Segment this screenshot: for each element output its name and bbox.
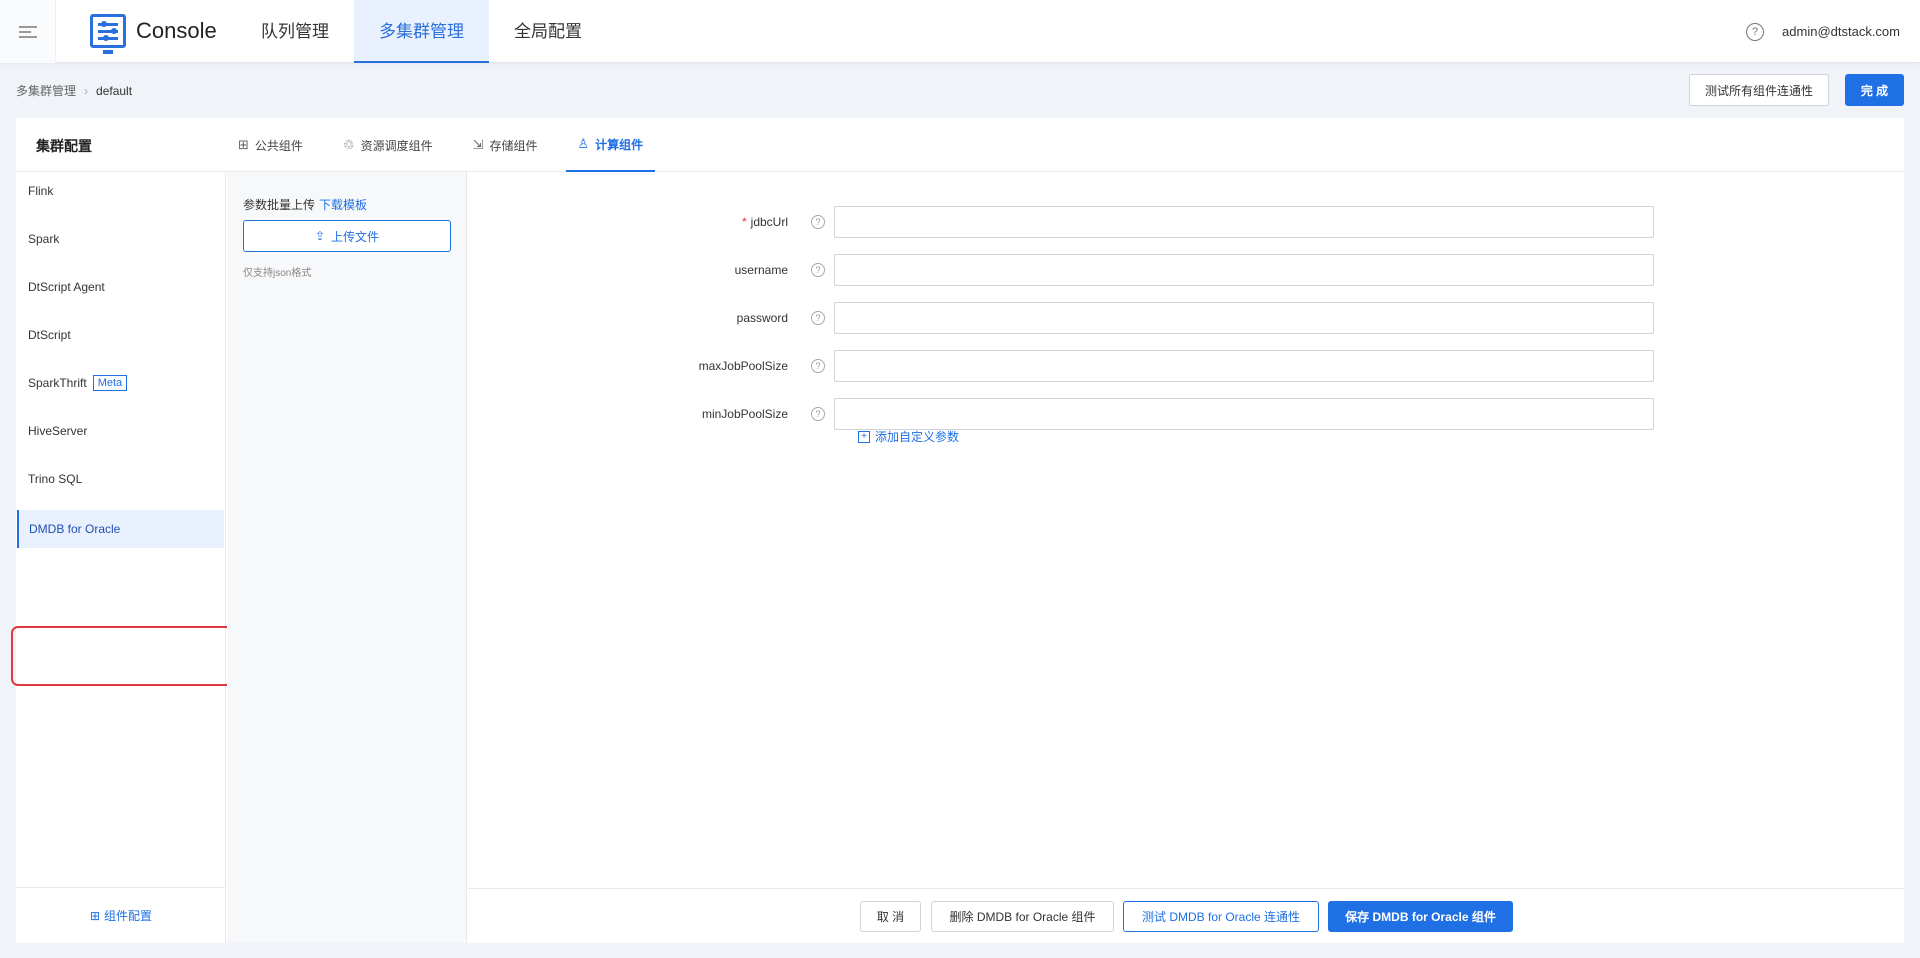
tab-common-components[interactable]: ⊞ 公共组件 bbox=[226, 118, 315, 172]
sidebar-item-label: DMDB for Oracle bbox=[29, 522, 121, 536]
field-label: username bbox=[735, 254, 788, 286]
sidebar-item-sparkthrift[interactable]: SparkThrift Meta bbox=[16, 364, 226, 402]
question-icon[interactable]: ? bbox=[811, 359, 825, 373]
sidebar-item-label: SparkThrift bbox=[28, 376, 87, 390]
sidebar-item-label: HiveServer bbox=[28, 424, 88, 438]
tab-label: 计算组件 bbox=[595, 137, 644, 152]
breadcrumb-current: default bbox=[96, 83, 133, 98]
download-template-link[interactable]: 下载模板 bbox=[319, 198, 367, 212]
tab-label: 公共组件 bbox=[254, 138, 303, 153]
upload-button-label: 上传文件 bbox=[331, 229, 380, 244]
card-header: 集群配置 ⊞ 公共组件 ♲ 资源调度组件 ⇲ 存储组件 ♙ 计算组件 bbox=[16, 118, 1904, 172]
minjobpoolsize-input[interactable] bbox=[834, 398, 1654, 430]
sidebar-item-flink[interactable]: Flink bbox=[16, 172, 226, 210]
tab-compute-components[interactable]: ♙ 计算组件 bbox=[565, 118, 656, 172]
nav-item-global-config[interactable]: 全局配置 bbox=[489, 0, 607, 63]
nav-item-multi-cluster[interactable]: 多集群管理 bbox=[354, 0, 489, 63]
save-component-button[interactable]: 保存 DMDB for Oracle 组件 bbox=[1328, 901, 1513, 932]
add-custom-param-button[interactable]: + 添加自定义参数 bbox=[858, 428, 959, 445]
form-row-minjobpoolsize: minJobPoolSize ? bbox=[468, 398, 1904, 430]
export-icon: ⇲ bbox=[472, 137, 484, 152]
field-label: maxJobPoolSize bbox=[699, 350, 788, 382]
upload-file-button[interactable]: ⇪ 上传文件 bbox=[243, 220, 451, 252]
field-label: password bbox=[737, 302, 788, 334]
add-param-label: 添加自定义参数 bbox=[875, 430, 960, 444]
cancel-button[interactable]: 取 消 bbox=[860, 901, 921, 932]
sidebar-item-label: Spark bbox=[28, 232, 60, 246]
sidebar-item-dtscript[interactable]: DtScript bbox=[16, 316, 226, 354]
sidebar-item-dtscript-agent[interactable]: DtScript Agent bbox=[16, 268, 226, 306]
test-all-connectivity-button[interactable]: 测试所有组件连通性 bbox=[1689, 74, 1829, 106]
form-row-jdbcurl: * jdbcUrl ? bbox=[468, 206, 1904, 238]
delete-component-button[interactable]: 删除 DMDB for Oracle 组件 bbox=[931, 901, 1114, 932]
meta-badge: Meta bbox=[92, 375, 128, 391]
form-row-password: password ? bbox=[468, 302, 1904, 334]
test-connectivity-button[interactable]: 测试 DMDB for Oracle 连通性 bbox=[1123, 901, 1319, 932]
plus-square-icon: + bbox=[858, 430, 870, 443]
sidebar-item-label: Flink bbox=[28, 184, 54, 198]
tab-storage-components[interactable]: ⇲ 存储组件 bbox=[461, 118, 550, 172]
tab-label: 存储组件 bbox=[489, 138, 538, 153]
password-input[interactable] bbox=[834, 302, 1654, 334]
card-title: 集群配置 bbox=[36, 138, 92, 154]
required-mark: * bbox=[741, 215, 747, 229]
brand-title: Console bbox=[136, 18, 217, 43]
form-row-maxjobpoolsize: maxJobPoolSize ? bbox=[468, 350, 1904, 382]
field-label-text: username bbox=[734, 263, 788, 277]
upload-title: 参数批量上传 下载模板 bbox=[243, 196, 367, 213]
chevron-right-icon: › bbox=[84, 83, 89, 98]
component-sidebar: Flink Spark DtScript Agent DtScript Spar… bbox=[16, 172, 226, 943]
field-label-text: minJobPoolSize bbox=[701, 407, 788, 421]
jdbcurl-input[interactable] bbox=[834, 206, 1654, 238]
menu-toggle-button[interactable] bbox=[0, 0, 56, 63]
sidebar-item-label: DtScript Agent bbox=[28, 280, 105, 294]
sidebar-item-trino-sql[interactable]: Trino SQL bbox=[16, 460, 226, 498]
grid-icon: ⊞ bbox=[89, 908, 101, 923]
question-icon[interactable]: ? bbox=[811, 311, 825, 325]
menu-icon bbox=[18, 23, 37, 41]
user-email[interactable]: admin@dtstack.com bbox=[1782, 24, 1900, 39]
grid-icon: ⊞ bbox=[238, 137, 249, 152]
tab-label: 资源调度组件 bbox=[360, 138, 433, 153]
breadcrumb-parent[interactable]: 多集群管理 bbox=[16, 82, 76, 99]
brand[interactable]: Console bbox=[90, 14, 217, 54]
main-nav: 队列管理 多集群管理 全局配置 bbox=[236, 0, 607, 63]
help-icon[interactable]: ? bbox=[1746, 22, 1765, 41]
top-bar: Console 队列管理 多集群管理 全局配置 ? admin@dtstack.… bbox=[0, 0, 1920, 63]
form-row-username: username ? bbox=[468, 254, 1904, 286]
tab-resource-scheduling[interactable]: ♲ 资源调度组件 bbox=[331, 118, 445, 172]
maxjobpoolsize-input[interactable] bbox=[834, 350, 1654, 382]
sidebar-item-label: DtScript bbox=[28, 328, 71, 342]
user-icon: ♙ bbox=[577, 136, 590, 151]
nav-item-queue[interactable]: 队列管理 bbox=[236, 0, 354, 63]
field-label-text: password bbox=[736, 311, 788, 325]
sidebar-item-dmdb-for-oracle[interactable]: DMDB for Oracle bbox=[17, 510, 224, 548]
recycle-icon: ♲ bbox=[342, 137, 355, 152]
question-icon[interactable]: ? bbox=[811, 215, 825, 229]
component-tabs: ⊞ 公共组件 ♲ 资源调度组件 ⇲ 存储组件 ♙ 计算组件 bbox=[226, 118, 671, 172]
upload-title-text: 参数批量上传 bbox=[243, 198, 316, 212]
question-icon[interactable]: ? bbox=[811, 263, 825, 277]
breadcrumb: 多集群管理 › default bbox=[16, 82, 132, 99]
cluster-config-card: 集群配置 ⊞ 公共组件 ♲ 资源调度组件 ⇲ 存储组件 ♙ 计算组件 Flink… bbox=[11, 118, 1904, 943]
field-label-text: maxJobPoolSize bbox=[698, 359, 788, 373]
field-label: * jdbcUrl bbox=[742, 206, 788, 238]
sidebar-item-spark[interactable]: Spark bbox=[16, 220, 226, 258]
field-label: minJobPoolSize bbox=[702, 398, 788, 430]
sidebar-item-label: Trino SQL bbox=[28, 472, 83, 486]
component-config-form: * jdbcUrl ? username ? password ? maxJobP… bbox=[468, 172, 1904, 888]
upload-icon: ⇪ bbox=[314, 229, 326, 243]
question-icon[interactable]: ? bbox=[811, 407, 825, 421]
component-config-label: 组件配置 bbox=[104, 909, 153, 923]
finish-button[interactable]: 完 成 bbox=[1845, 74, 1904, 106]
upload-hint: 仅支持json格式 bbox=[243, 268, 312, 279]
param-upload-panel: 参数批量上传 下载模板 ⇪ 上传文件 仅支持json格式 bbox=[227, 172, 467, 943]
sidebar-item-hiveserver[interactable]: HiveServer bbox=[16, 412, 226, 450]
component-config-button[interactable]: ⊞ 组件配置 bbox=[16, 887, 226, 943]
console-logo-icon bbox=[90, 14, 126, 54]
username-input[interactable] bbox=[834, 254, 1654, 286]
user-area: ? admin@dtstack.com bbox=[1746, 0, 1900, 63]
form-footer: 取 消 删除 DMDB for Oracle 组件 测试 DMDB for Or… bbox=[468, 888, 1904, 943]
field-label-text: jdbcUrl bbox=[750, 215, 788, 229]
